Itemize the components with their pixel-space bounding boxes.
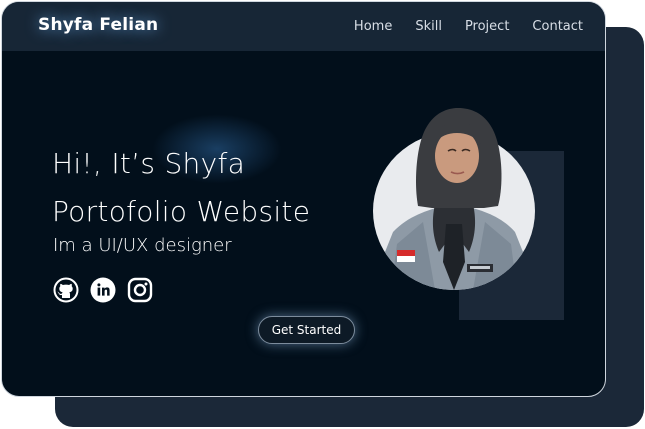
hero-subtitle: Portofolio Website <box>52 195 311 228</box>
hero-role: Im a UI/UX designer <box>53 235 232 256</box>
profile-photo-head <box>416 108 502 208</box>
hero-greeting: Hi!, It’s Shyfa <box>52 147 246 180</box>
nav-skill[interactable]: Skill <box>415 19 442 34</box>
linkedin-icon[interactable] <box>90 277 116 303</box>
nav-links: Home Skill Project Contact <box>354 19 583 34</box>
portfolio-mockup: Shyfa Felian Home Skill Project Contact … <box>0 0 645 429</box>
navbar: Shyfa Felian Home Skill Project Contact <box>2 2 605 51</box>
instagram-icon[interactable] <box>127 277 153 303</box>
social-links <box>53 277 153 303</box>
portfolio-window: Shyfa Felian Home Skill Project Contact … <box>1 1 606 397</box>
nav-contact[interactable]: Contact <box>532 19 583 34</box>
github-icon[interactable] <box>53 277 79 303</box>
nav-project[interactable]: Project <box>465 19 509 34</box>
get-started-button[interactable]: Get Started <box>258 316 355 344</box>
nav-home[interactable]: Home <box>354 19 392 34</box>
brand-logo[interactable]: Shyfa Felian <box>38 15 158 35</box>
